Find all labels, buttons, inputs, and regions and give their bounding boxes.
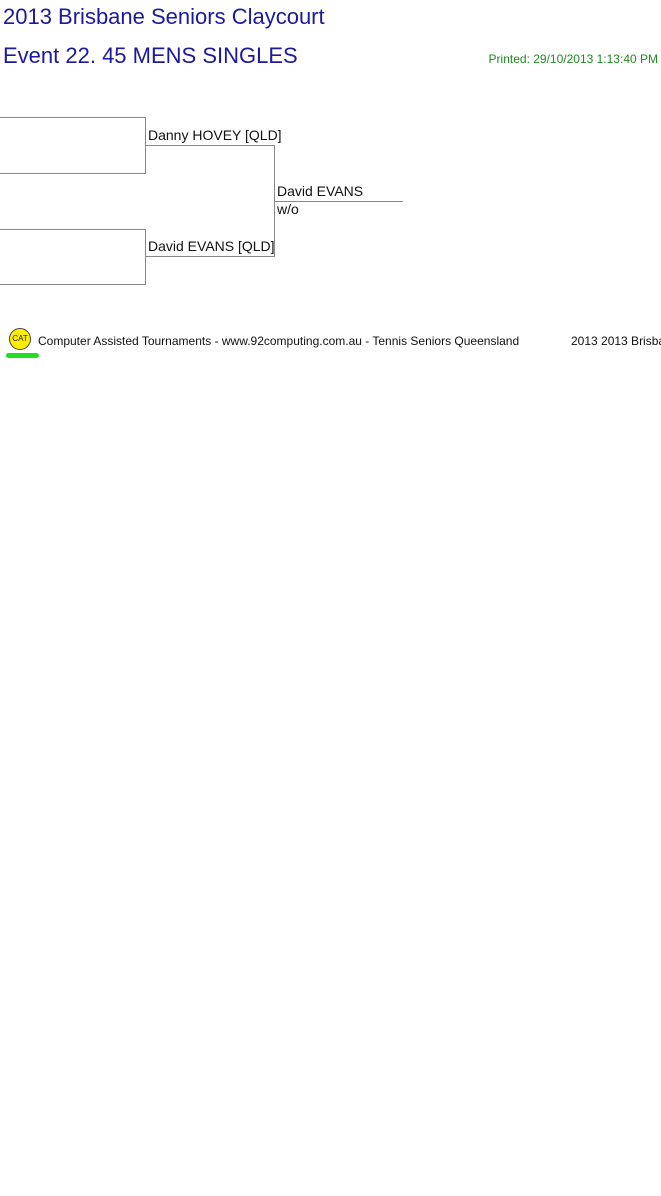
cat-logo-icon: CAT [9, 328, 31, 350]
bracket-line [0, 284, 146, 285]
bracket-line [0, 229, 146, 230]
bracket-line [0, 173, 146, 174]
winner-name: David EVANS [277, 183, 364, 199]
logo-underline [6, 353, 39, 358]
bracket-line [0, 117, 146, 118]
event-title: Event 22. 45 MENS SINGLES [3, 43, 298, 68]
tournament-title: 2013 Brisbane Seniors Claycourt [3, 4, 325, 29]
bracket-line [145, 229, 146, 285]
player-slot-1: Danny HOVEY [QLD] [148, 127, 282, 143]
draw-sheet-page: 2013 Brisbane Seniors Claycourt Event 22… [0, 0, 661, 1196]
footer-tournament-label: 2013 2013 Brisbane Seniors Claycourt [571, 334, 661, 348]
bracket-line [146, 145, 275, 146]
footer: CAT Computer Assisted Tournaments - www.… [0, 326, 661, 366]
match-score: w/o [277, 201, 299, 217]
footer-credits: Computer Assisted Tournaments - www.92co… [38, 334, 520, 348]
bracket-line [146, 256, 275, 257]
player-slot-2: David EVANS [QLD] [148, 238, 275, 254]
printed-timestamp: Printed: 29/10/2013 1:13:40 PM [488, 52, 658, 66]
